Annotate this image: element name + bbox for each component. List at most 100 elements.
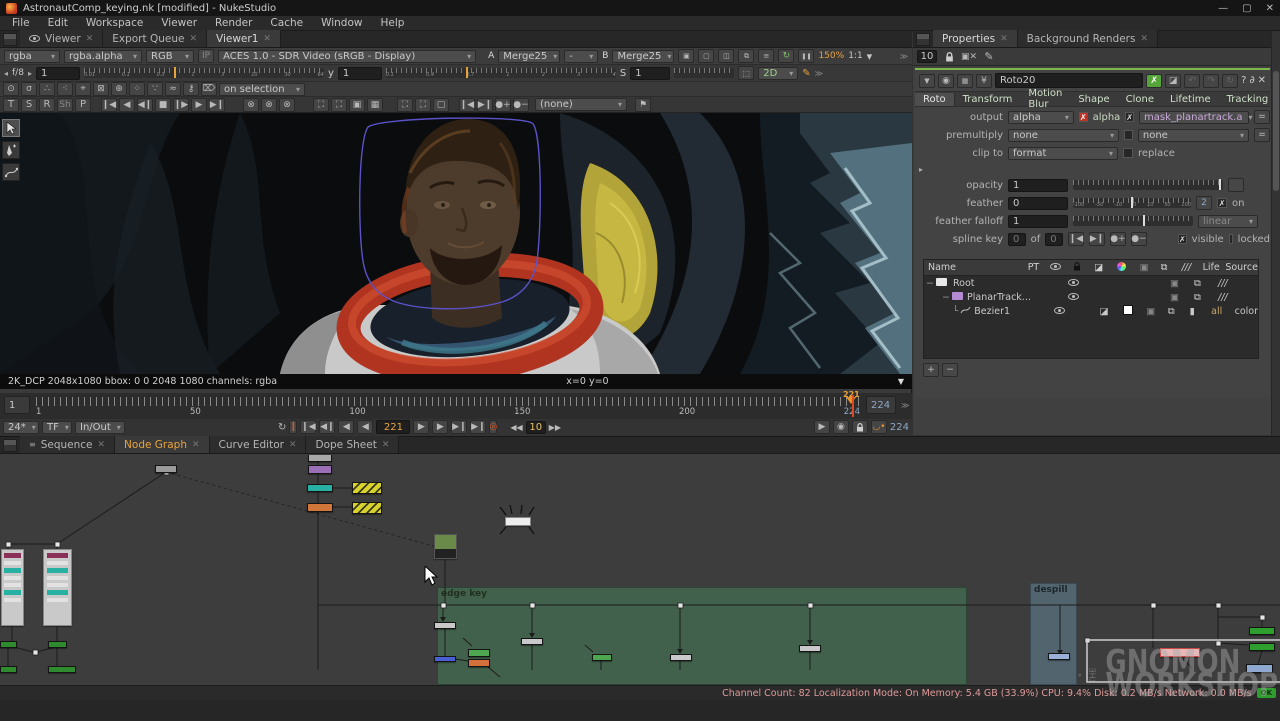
chevron-down-icon[interactable]: ▾ <box>867 50 873 63</box>
ruler-collapse-icon[interactable]: ≫ <box>901 401 909 410</box>
falloff-field[interactable]: 1 <box>1008 215 1068 228</box>
goto-start-icon[interactable]: ❙◀ <box>101 98 117 112</box>
inout-dropdown[interactable]: In/Out▾ <box>75 421 125 434</box>
locked-checkbox[interactable] <box>1229 234 1233 244</box>
gain-field[interactable]: 1 <box>36 67 80 80</box>
close-panel-icon[interactable]: ✕ <box>1258 75 1266 86</box>
tab-clone[interactable]: Clone <box>1118 93 1162 106</box>
info-collapse-icon[interactable]: ▼ <box>898 377 904 386</box>
node-green-l3[interactable] <box>0 666 17 673</box>
preset-dropdown[interactable]: (none)▾ <box>535 98 627 111</box>
tab-curve-editor[interactable]: Curve Editor ✕ <box>210 436 307 453</box>
goto-start-icon[interactable]: ❙◀ <box>300 420 316 434</box>
view-mode-dropdown[interactable]: 2D▾ <box>758 67 798 80</box>
node-green-l4[interactable] <box>48 666 76 673</box>
tab-dope-sheet[interactable]: Dope Sheet ✕ <box>306 436 399 453</box>
menu-viewer[interactable]: Viewer <box>153 17 205 29</box>
menu-window[interactable]: Window <box>313 17 370 29</box>
skew-button[interactable]: Sh <box>57 98 73 112</box>
flipbook-icon[interactable]: ◡• <box>871 420 887 434</box>
node-teal[interactable] <box>307 484 333 492</box>
splinekey-field[interactable]: 0 <box>1008 233 1026 246</box>
view-selection-dropdown[interactable]: on selection▾ <box>219 83 305 96</box>
undo-icon[interactable]: ↶ <box>1184 74 1200 88</box>
node-yellow-disabled-2[interactable] <box>352 502 382 514</box>
collapse-toolbar-icon[interactable]: ≫ <box>900 52 908 61</box>
loop-mode-icon[interactable]: ↻ <box>278 422 286 433</box>
viewer-canvas[interactable] <box>0 113 912 374</box>
feather-field[interactable]: 0 <box>1008 197 1068 210</box>
next-fstop-icon[interactable]: ▸ <box>28 69 32 78</box>
node-color-dropdown-icon[interactable]: ▼ <box>919 74 935 88</box>
premult-mask-dropdown[interactable]: none▾ <box>1138 129 1249 142</box>
blend-toggle[interactable]: ◪ <box>1099 306 1122 317</box>
panel-grip-icon[interactable] <box>3 439 17 452</box>
bezier-pen-tool[interactable] <box>2 141 20 159</box>
key-next-icon[interactable]: ▶❙ <box>1089 232 1105 246</box>
wipe-mode-dropdown[interactable]: -▾ <box>564 50 598 63</box>
group-stack-1[interactable] <box>1 549 24 626</box>
frame-increment-field[interactable]: 10 <box>526 421 546 434</box>
eye-icon[interactable] <box>1068 293 1079 300</box>
display-channel-dropdown[interactable]: RGB▾ <box>146 50 194 63</box>
collapse-icon[interactable]: − <box>924 292 950 303</box>
node-dot-selected[interactable] <box>505 517 531 526</box>
redo-icon[interactable]: ↷ <box>1203 74 1219 88</box>
tab-lifetime[interactable]: Lifetime <box>1162 93 1219 106</box>
tab-tracking[interactable]: Tracking <box>1219 93 1277 106</box>
range-end-field[interactable]: 224 <box>866 396 896 414</box>
clear-fwd-icon[interactable]: ⊗ <box>279 98 295 112</box>
output-dropdown[interactable]: alpha▾ <box>1008 111 1074 124</box>
persp-button[interactable]: P <box>75 98 91 112</box>
node-selected-pink[interactable] <box>1160 648 1200 657</box>
track-range-icon[interactable]: ⛶ <box>397 98 413 112</box>
refresh-icon[interactable]: ↻ <box>778 49 794 63</box>
menu-render[interactable]: Render <box>207 17 260 29</box>
tab-shape[interactable]: Shape <box>1070 93 1117 106</box>
close-icon[interactable]: ✕ <box>189 34 197 44</box>
node-gray-ek1[interactable] <box>434 622 456 629</box>
falloff-slider[interactable] <box>1073 216 1193 226</box>
center-node-icon[interactable]: ◉ <box>938 74 954 88</box>
output-equals-button[interactable]: = <box>1254 110 1270 124</box>
close-icon[interactable]: ✕ <box>289 440 297 450</box>
channels-dropdown[interactable]: rgba▾ <box>4 50 60 63</box>
mb-toggle[interactable]: /// <box>1218 292 1242 303</box>
step-back-icon[interactable]: ◀ <box>357 420 373 434</box>
clone-toggle[interactable]: ⧉ <box>1194 292 1218 303</box>
gain-slider[interactable]: 0.010.10.313103064 <box>84 68 324 78</box>
expand-section-icon[interactable]: ▸ <box>915 165 923 174</box>
node-gray-ek3[interactable] <box>670 654 692 661</box>
overlay-toggle[interactable]: ▣ <box>1146 306 1168 317</box>
overlay-toggle[interactable]: ▣ <box>1170 278 1194 289</box>
clear-anim-icon[interactable]: ⊗ <box>243 98 259 112</box>
key-prev-icon[interactable]: ❙◀ <box>459 98 475 112</box>
zoom-level[interactable]: 150% <box>818 51 844 61</box>
collapse-icon[interactable]: − <box>924 278 936 289</box>
tab-transform[interactable]: Transform <box>955 93 1021 106</box>
close-icon[interactable]: ✕ <box>98 440 106 450</box>
playhead-marker[interactable] <box>846 397 856 404</box>
menu-workspace[interactable]: Workspace <box>78 17 151 29</box>
menu-file[interactable]: File <box>4 17 38 29</box>
layer-dropdown[interactable]: rgba.alpha▾ <box>64 50 142 63</box>
play-fwd-icon[interactable]: ❙▶ <box>173 98 189 112</box>
out-point-icon[interactable]: ◎ <box>489 420 497 434</box>
eye-icon[interactable] <box>1068 279 1079 286</box>
remove-shape-button[interactable]: − <box>942 363 958 377</box>
opacity-field[interactable]: 1 <box>1008 179 1068 192</box>
viewer-colorspace-dropdown[interactable]: ACES 1.0 - SDR Video (sRGB - Display)▾ <box>218 50 476 63</box>
feather-points-icon[interactable]: ⁘ <box>129 82 145 96</box>
node-gray-top[interactable] <box>308 455 332 462</box>
color-box[interactable] <box>1123 305 1146 318</box>
clipto-dropdown[interactable]: format▾ <box>1008 147 1118 160</box>
play-forward-icon[interactable]: ▶ <box>432 420 448 434</box>
node-orange[interactable] <box>307 503 333 512</box>
record-icon[interactable]: ◉ <box>833 420 849 434</box>
node-green-ek2[interactable] <box>592 654 612 661</box>
eye-icon[interactable] <box>1054 307 1065 314</box>
node-postage-stamp[interactable] <box>434 534 457 559</box>
goto-end-icon[interactable]: ▶❙ <box>470 420 486 434</box>
clip-warning-icon[interactable]: ≡ <box>758 49 774 63</box>
spline-tool[interactable] <box>2 163 20 181</box>
